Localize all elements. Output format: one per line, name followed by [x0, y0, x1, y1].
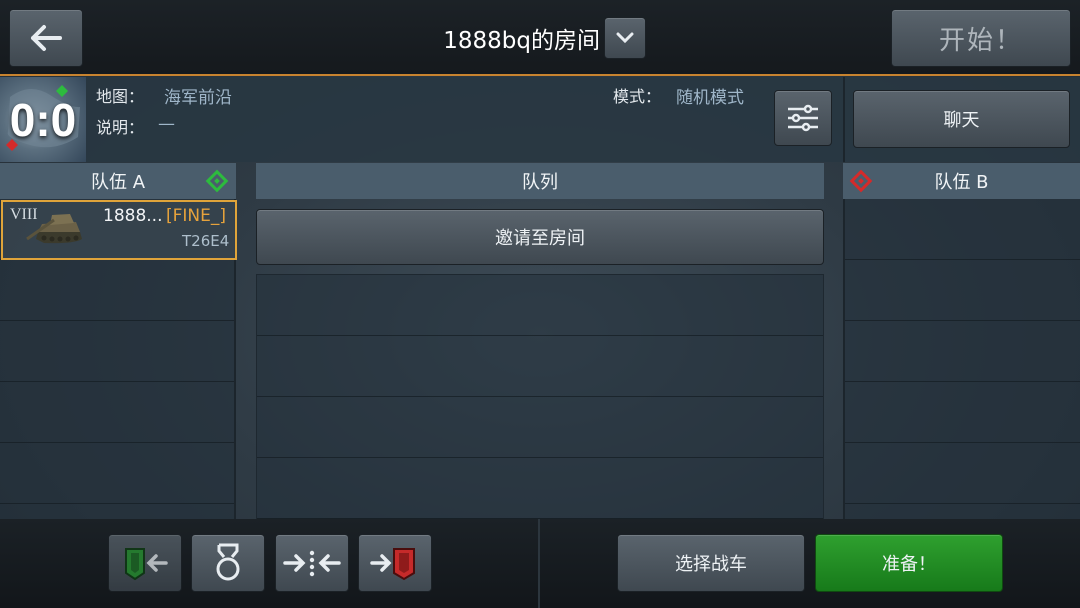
- team-b-list: [843, 199, 1080, 519]
- chat-button[interactable]: 聊天: [853, 90, 1070, 148]
- move-to-team-a-button[interactable]: [108, 534, 182, 592]
- score-display: 0:0: [9, 93, 77, 146]
- clan-tag: [FINE_]: [166, 206, 227, 226]
- queue-header: 队列: [256, 163, 824, 199]
- player-name: 1888...: [103, 206, 163, 226]
- invite-to-room-button[interactable]: 邀请至房间: [256, 209, 824, 265]
- move-to-team-a-icon: [125, 548, 168, 581]
- room-dropdown-button[interactable]: [604, 17, 646, 59]
- merge-icon: [283, 550, 341, 577]
- select-tank-button[interactable]: 选择战车: [617, 534, 805, 592]
- start-button[interactable]: 开始！: [891, 9, 1071, 67]
- description-label: 说明：: [96, 118, 145, 137]
- room-settings-button[interactable]: [774, 90, 832, 146]
- team-a-slot[interactable]: [0, 260, 234, 321]
- medal-icon: [216, 543, 240, 581]
- queue-slot: [257, 458, 823, 519]
- description-value: —: [158, 114, 175, 134]
- ready-button[interactable]: 准备！: [815, 534, 1003, 592]
- mode-value: 随机模式: [676, 88, 744, 108]
- move-to-team-b-icon: [370, 548, 415, 581]
- tank-name: T26E4: [182, 232, 230, 250]
- team-b-slot[interactable]: [845, 260, 1080, 321]
- room-title: 1888bq的房间: [443, 28, 600, 54]
- mode-label: 模式：: [613, 87, 662, 106]
- queue-list: [256, 274, 824, 519]
- move-to-team-b-button[interactable]: [358, 534, 432, 592]
- tank-icon: [26, 214, 82, 244]
- chevron-down-icon: [616, 32, 634, 44]
- bottom-divider: [538, 519, 540, 608]
- team-b-slot[interactable]: [845, 199, 1080, 260]
- settings-sliders-icon: [788, 104, 818, 132]
- team-b-slot[interactable]: [845, 382, 1080, 443]
- back-arrow-icon: [31, 25, 62, 51]
- map-value: 海军前沿: [164, 88, 232, 108]
- queue-slot: [257, 275, 823, 336]
- back-button[interactable]: [9, 9, 83, 67]
- team-a-slot[interactable]: [0, 443, 234, 504]
- team-a-header: 队伍 A: [0, 163, 236, 199]
- map-label: 地图：: [96, 87, 145, 106]
- team-b-slot[interactable]: [845, 321, 1080, 382]
- merge-button[interactable]: [275, 534, 349, 592]
- achievements-button[interactable]: [191, 534, 265, 592]
- team-b-slot[interactable]: [845, 443, 1080, 504]
- team-a-slot[interactable]: [0, 382, 234, 443]
- team-a-slot[interactable]: [0, 321, 234, 382]
- queue-slot: [257, 336, 823, 397]
- team-b-header: 队伍 B: [843, 163, 1080, 199]
- queue-slot: [257, 397, 823, 458]
